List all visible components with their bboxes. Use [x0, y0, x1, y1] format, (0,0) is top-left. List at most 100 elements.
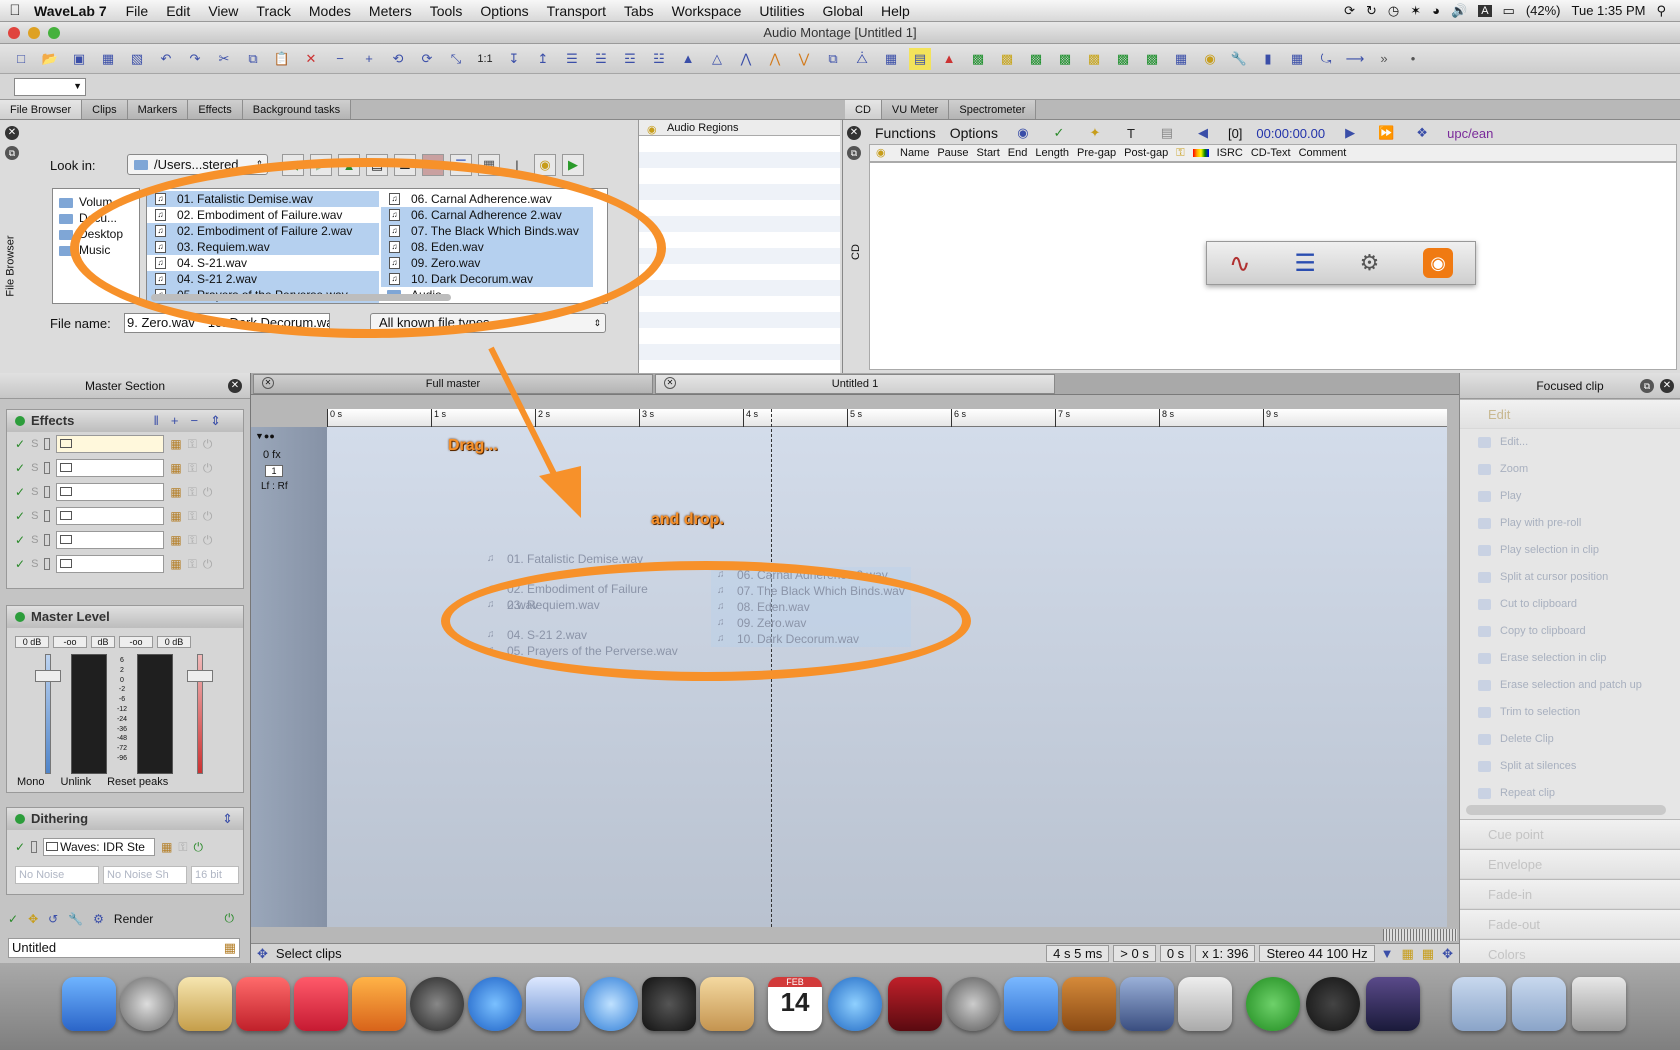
menu-help[interactable]: Help: [872, 3, 919, 19]
trash-icon[interactable]: [1572, 977, 1626, 1031]
close-tab-icon[interactable]: ✕: [664, 377, 676, 389]
menu-workspace[interactable]: Workspace: [663, 3, 751, 19]
meter-two-icon[interactable]: ▩: [996, 48, 1018, 70]
track-fx-count[interactable]: 0 fx: [263, 449, 281, 461]
solo-icon[interactable]: S: [31, 534, 38, 546]
unlink-button[interactable]: Unlink: [61, 776, 92, 788]
preset-menu-icon[interactable]: ▦: [224, 939, 236, 957]
bypass-check-icon[interactable]: ✓: [15, 485, 25, 499]
documents-folder-icon[interactable]: [1512, 977, 1566, 1031]
plugin-toggle[interactable]: [44, 462, 51, 474]
effect-plugin-field[interactable]: [56, 483, 165, 501]
rewind-icon[interactable]: ◀: [1192, 122, 1214, 144]
mail-icon[interactable]: [526, 977, 580, 1031]
power-icon[interactable]: ⏻: [194, 840, 204, 855]
plugin-edit-icon[interactable]: ▦: [170, 557, 181, 571]
plugin-toggle[interactable]: [44, 486, 51, 498]
autoplay-button[interactable]: ◉: [534, 154, 556, 176]
menu-options[interactable]: Options: [471, 3, 537, 19]
menu-meters[interactable]: Meters: [360, 3, 421, 19]
arrow-move-icon[interactable]: ⟶: [1344, 48, 1366, 70]
toolbar-preset-select[interactable]: ▼: [14, 78, 86, 96]
address-book-icon[interactable]: [700, 977, 754, 1031]
cd-menu-options[interactable]: Options: [950, 125, 998, 141]
zoom-in-icon[interactable]: +: [358, 48, 380, 70]
layout-icon[interactable]: ▦: [1170, 48, 1192, 70]
noise-shaping-field[interactable]: No Noise Sh: [103, 866, 187, 884]
back-icon[interactable]: ⟲: [387, 48, 409, 70]
power-icon[interactable]: ⏻: [203, 485, 213, 500]
col-start[interactable]: Start: [977, 147, 1000, 159]
fade-out-icon[interactable]: ⋁: [793, 48, 815, 70]
arrow-split-icon[interactable]: ⤿: [1315, 48, 1337, 70]
cd-wizard-icon[interactable]: ✦: [1084, 122, 1106, 144]
toolbar-expand-icon[interactable]: •: [1402, 48, 1424, 70]
clip-action-item[interactable]: Cut to clipboard: [1460, 591, 1680, 618]
effects-tools-icon[interactable]: ‖+−⇕: [154, 410, 233, 432]
clip-group-header[interactable]: Fade-in: [1460, 879, 1680, 909]
bypass-check-icon[interactable]: ✓: [15, 840, 25, 854]
track-number[interactable]: 1: [265, 465, 283, 477]
effect-plugin-field[interactable]: [56, 555, 165, 573]
menu-track[interactable]: Track: [247, 3, 299, 19]
close-panel-icon[interactable]: ✕: [1660, 379, 1674, 393]
render-button[interactable]: Render: [114, 912, 153, 926]
meter-six-icon[interactable]: ▩: [1112, 48, 1134, 70]
app-menu[interactable]: WaveLab 7: [30, 3, 117, 19]
cursor-time[interactable]: 4 s 5 ms: [1046, 945, 1110, 962]
tab-spectrometer[interactable]: Spectrometer: [949, 100, 1037, 119]
save-all-icon[interactable]: ▧: [126, 48, 148, 70]
track-menu-icon[interactable]: ▼●●: [255, 431, 275, 441]
power-icon[interactable]: ⏻: [225, 911, 235, 926]
zoom-one-to-one-icon[interactable]: 1:1: [474, 48, 496, 70]
detach-panel-icon[interactable]: ⧉: [847, 146, 861, 160]
plugin-edit-icon[interactable]: ▦: [170, 485, 181, 499]
cubase-icon[interactable]: [236, 977, 290, 1031]
bypass-check-icon[interactable]: ✓: [15, 509, 25, 523]
battery-icon[interactable]: ▭: [1503, 3, 1515, 19]
col-comment[interactable]: Comment: [1299, 147, 1347, 159]
apple-icon[interactable]: : [0, 2, 30, 19]
effect-plugin-field[interactable]: [56, 531, 165, 549]
input-menu-icon[interactable]: A: [1478, 4, 1492, 17]
meter-one-icon[interactable]: ▩: [967, 48, 989, 70]
tab-untitled-1[interactable]: ✕ Untitled 1: [655, 374, 1055, 394]
clip-group-header[interactable]: Fade-out: [1460, 909, 1680, 939]
tab-file-browser[interactable]: File Browser: [0, 100, 83, 119]
spotlight-icon[interactable]: ⚲: [1656, 3, 1666, 19]
launchpad-icon[interactable]: [120, 977, 174, 1031]
cd-menu-functions[interactable]: Functions: [875, 125, 936, 141]
itunes-icon[interactable]: [828, 977, 882, 1031]
dithering-header[interactable]: Dithering ⇕: [7, 808, 243, 830]
cd-marker-icon[interactable]: ❖: [1411, 122, 1433, 144]
utorrent-icon[interactable]: [1246, 977, 1300, 1031]
menu-view[interactable]: View: [199, 3, 247, 19]
detach-panel-icon[interactable]: ⧉: [1640, 379, 1654, 393]
lock-icon[interactable]: ⚿: [188, 461, 197, 476]
bypass-check-icon[interactable]: ✓: [15, 533, 25, 547]
dashboard-icon[interactable]: [178, 977, 232, 1031]
menu-tools[interactable]: Tools: [421, 3, 472, 19]
focused-clip-scrollbar[interactable]: [1466, 805, 1666, 815]
wavelab-icon[interactable]: [294, 977, 348, 1031]
copy-icon[interactable]: ⧉: [242, 48, 264, 70]
meter-seven-icon[interactable]: ▩: [1141, 48, 1163, 70]
power-icon[interactable]: ⏻: [203, 509, 213, 524]
solo-icon[interactable]: S: [31, 486, 38, 498]
fader-handle-right[interactable]: [187, 670, 213, 682]
plugin-toggle[interactable]: [44, 510, 51, 522]
columns-icon[interactable]: ▮: [1257, 48, 1279, 70]
lock-icon[interactable]: ⚿: [188, 533, 197, 548]
col-post-gap[interactable]: Post-gap: [1124, 147, 1168, 159]
cd-check-icon[interactable]: ✓: [1048, 122, 1070, 144]
applications-folder-icon[interactable]: [1452, 977, 1506, 1031]
snap-icon[interactable]: ▦: [1402, 946, 1414, 962]
fade-in-icon[interactable]: ⋀: [764, 48, 786, 70]
open-file-icon[interactable]: 📂: [39, 48, 61, 70]
cd-text-icon[interactable]: T: [1120, 122, 1142, 144]
zoom-scroll-handle[interactable]: [1383, 929, 1457, 941]
save-as-icon[interactable]: ▦: [97, 48, 119, 70]
mono-button[interactable]: Mono: [17, 776, 45, 788]
clock[interactable]: Tue 1:35 PM: [1572, 3, 1646, 18]
undo-icon[interactable]: ↶: [155, 48, 177, 70]
